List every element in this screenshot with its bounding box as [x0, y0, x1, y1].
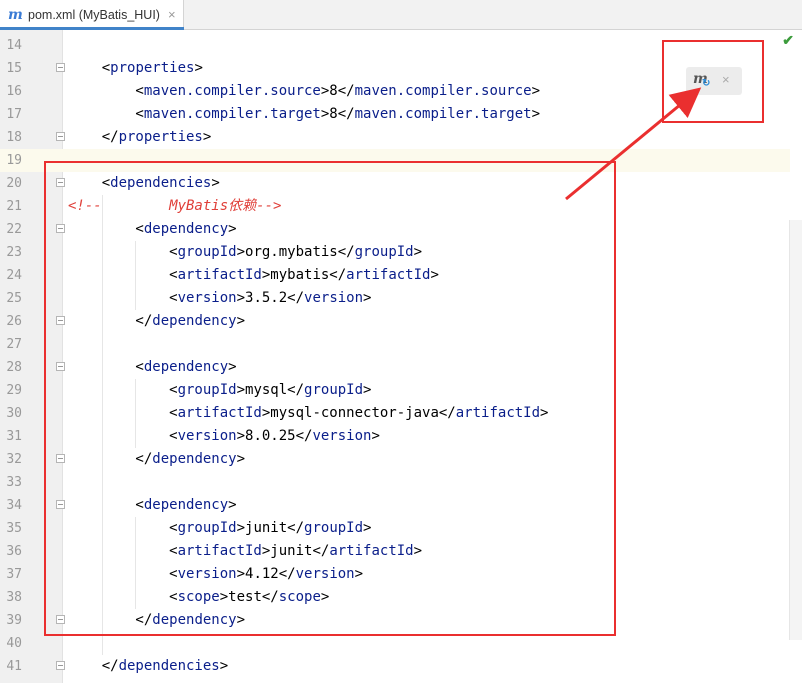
annotation-arrow — [565, 87, 702, 201]
